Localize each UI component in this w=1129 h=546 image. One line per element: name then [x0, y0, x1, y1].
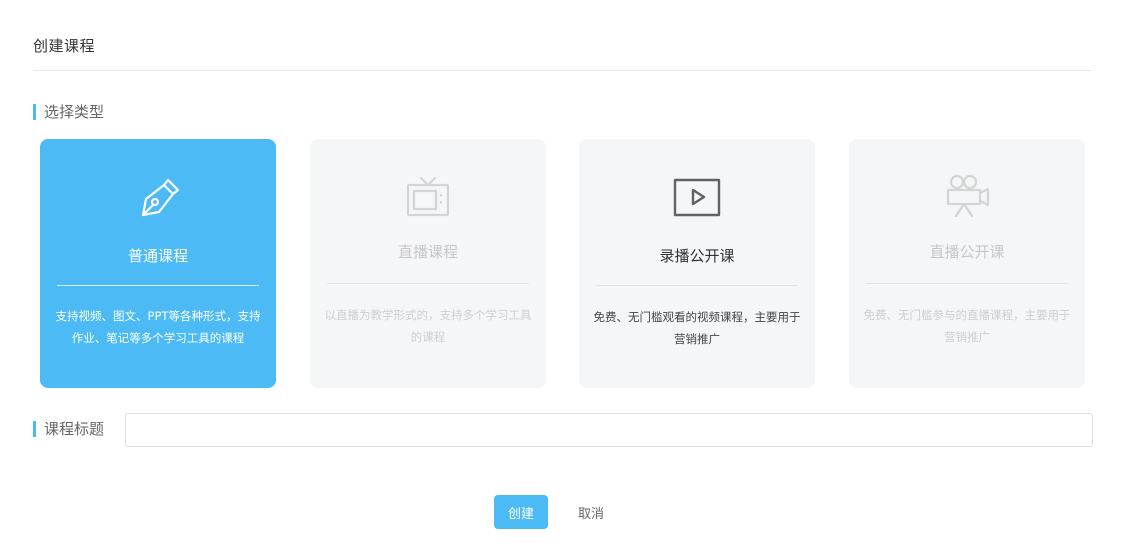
page-title: 创建课程: [33, 37, 96, 55]
card-divider: [57, 285, 259, 286]
pen-nib-icon: [131, 171, 185, 225]
card-divider: [866, 283, 1068, 284]
video-camera-icon: [940, 171, 994, 225]
tv-icon: [401, 171, 455, 225]
card-divider: [327, 283, 529, 284]
course-type-name: 直播课程: [397, 243, 458, 261]
course-type-description: 以直播为教学形式的，支持多个学习工具的课程: [324, 308, 532, 344]
play-screen-icon: [670, 171, 724, 225]
course-title-input[interactable]: [125, 413, 1093, 447]
course-type-name: 录播公开课: [659, 247, 735, 265]
course-type-card-recorded-open[interactable]: 录播公开课 免费、无门槛观看的视频课程，主要用于营销推广: [579, 139, 815, 388]
course-type-description: 支持视频、图文、PPT等各种形式，支持作业、笔记等多个学习工具的课程: [55, 309, 261, 345]
section-label-title: 课程标题: [33, 420, 104, 438]
cancel-button[interactable]: 取消: [566, 495, 616, 529]
course-type-name: 普通课程: [127, 247, 188, 265]
section-label-type: 选择类型: [33, 103, 104, 121]
course-type-card-live[interactable]: 直播课程 以直播为教学形式的，支持多个学习工具的课程: [310, 139, 546, 388]
create-button[interactable]: 创建: [494, 495, 548, 529]
course-type-name: 直播公开课: [929, 243, 1005, 261]
title-divider: [33, 70, 1091, 71]
card-divider: [596, 285, 798, 286]
course-type-description: 免费、无门槛参与的直播课程，主要用于营销推广: [863, 308, 1071, 344]
course-type-description: 免费、无门槛观看的视频课程，主要用于营销推广: [593, 310, 801, 346]
course-type-card-normal[interactable]: 普通课程 支持视频、图文、PPT等各种形式，支持作业、笔记等多个学习工具的课程: [40, 139, 276, 388]
course-type-card-live-open[interactable]: 直播公开课 免费、无门槛参与的直播课程，主要用于营销推广: [849, 139, 1085, 388]
